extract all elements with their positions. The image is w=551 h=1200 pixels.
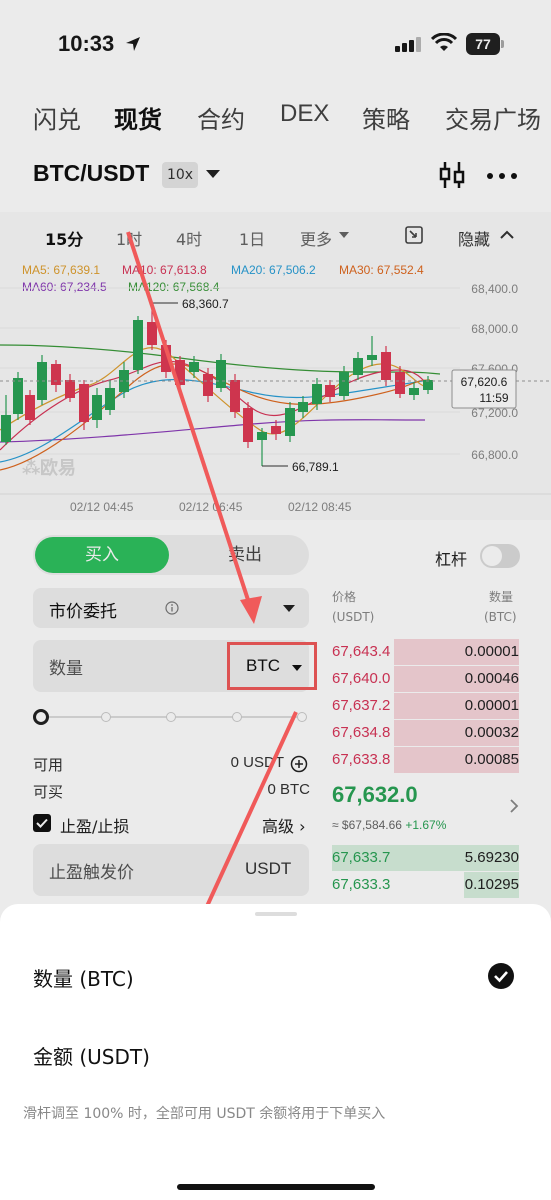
- sheet-drag-handle[interactable]: [255, 912, 297, 916]
- home-indicator: [177, 1184, 375, 1190]
- selected-check-icon: [488, 963, 514, 989]
- slider-hint: 滑杆调至 100% 时，全部可用 USDT 余额将用于下单买入: [23, 1106, 386, 1122]
- option-amount-usdt[interactable]: 金额 (USDT): [33, 1041, 150, 1070]
- option-quantity-btc[interactable]: 数量 (BTC): [33, 963, 134, 992]
- unit-picker-sheet: 数量 (BTC) 金额 (USDT) 滑杆调至 100% 时，全部可用 USDT…: [0, 904, 551, 1200]
